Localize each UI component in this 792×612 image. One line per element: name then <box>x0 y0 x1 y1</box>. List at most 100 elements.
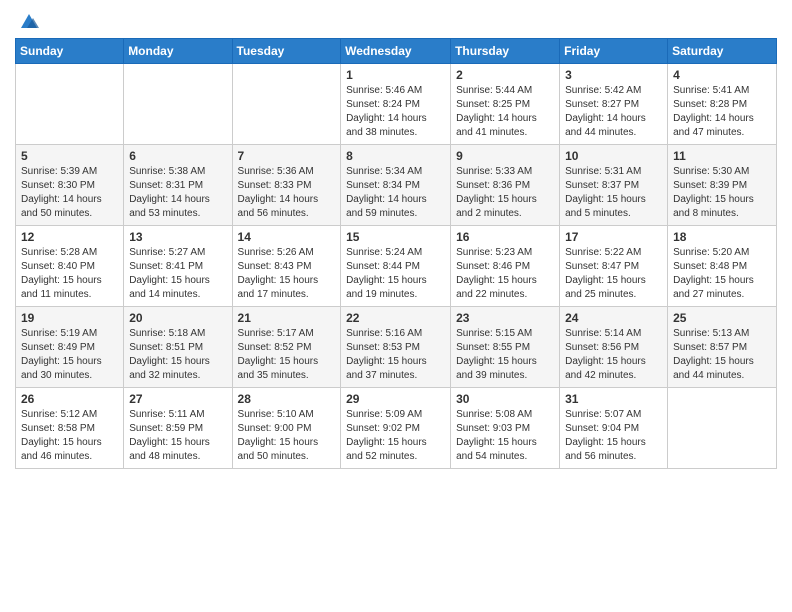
logo <box>15 10 41 30</box>
calendar-cell: 11 Sunrise: 5:30 AM Sunset: 8:39 PM Dayli… <box>668 145 777 226</box>
day-info: Sunrise: 5:24 AM Sunset: 8:44 PM Dayligh… <box>346 246 445 302</box>
day-info: Sunrise: 5:18 AM Sunset: 8:51 PM Dayligh… <box>129 327 226 383</box>
day-number: 2 <box>456 68 554 82</box>
day-number: 24 <box>565 311 662 325</box>
calendar-cell: 5 Sunrise: 5:39 AM Sunset: 8:30 PM Daylig… <box>16 145 124 226</box>
calendar-cell <box>668 388 777 469</box>
day-info: Sunrise: 5:10 AM Sunset: 9:00 PM Dayligh… <box>238 408 336 464</box>
weekday-header-thursday: Thursday <box>451 39 560 64</box>
calendar-cell: 1 Sunrise: 5:46 AM Sunset: 8:24 PM Daylig… <box>341 64 451 145</box>
day-number: 22 <box>346 311 445 325</box>
calendar-cell: 21 Sunrise: 5:17 AM Sunset: 8:52 PM Dayli… <box>232 307 341 388</box>
calendar-week-row: 26 Sunrise: 5:12 AM Sunset: 8:58 PM Dayli… <box>16 388 777 469</box>
day-info: Sunrise: 5:28 AM Sunset: 8:40 PM Dayligh… <box>21 246 118 302</box>
calendar-cell: 18 Sunrise: 5:20 AM Sunset: 8:48 PM Dayli… <box>668 226 777 307</box>
day-number: 15 <box>346 230 445 244</box>
day-number: 6 <box>129 149 226 163</box>
calendar-cell: 28 Sunrise: 5:10 AM Sunset: 9:00 PM Dayli… <box>232 388 341 469</box>
calendar-cell: 17Sunrise: 5:22 AM Sunset: 8:47 PM Dayli… <box>560 226 668 307</box>
calendar-cell: 23 Sunrise: 5:15 AM Sunset: 8:55 PM Dayli… <box>451 307 560 388</box>
day-info: Sunrise: 5:33 AM Sunset: 8:36 PM Dayligh… <box>456 165 554 221</box>
calendar-table: SundayMondayTuesdayWednesdayThursdayFrid… <box>15 38 777 469</box>
calendar-cell <box>232 64 341 145</box>
weekday-header-saturday: Saturday <box>668 39 777 64</box>
calendar-cell: 15 Sunrise: 5:24 AM Sunset: 8:44 PM Dayli… <box>341 226 451 307</box>
weekday-header-sunday: Sunday <box>16 39 124 64</box>
day-number: 9 <box>456 149 554 163</box>
day-number: 29 <box>346 392 445 406</box>
day-info: Sunrise: 5:30 AM Sunset: 8:39 PM Dayligh… <box>673 165 771 221</box>
day-number: 13 <box>129 230 226 244</box>
page-header <box>15 10 777 30</box>
day-number: 12 <box>21 230 118 244</box>
day-number: 5 <box>21 149 118 163</box>
day-info: Sunrise: 5:08 AM Sunset: 9:03 PM Dayligh… <box>456 408 554 464</box>
calendar-week-row: 19 Sunrise: 5:19 AM Sunset: 8:49 PM Dayli… <box>16 307 777 388</box>
day-info: Sunrise: 5:07 AM Sunset: 9:04 PM Dayligh… <box>565 408 662 464</box>
day-number: 21 <box>238 311 336 325</box>
day-number: 10 <box>565 149 662 163</box>
calendar-cell: 13 Sunrise: 5:27 AM Sunset: 8:41 PM Dayli… <box>124 226 232 307</box>
day-number: 14 <box>238 230 336 244</box>
day-info: Sunrise: 5:44 AM Sunset: 8:25 PM Dayligh… <box>456 84 554 140</box>
day-number: 3 <box>565 68 662 82</box>
calendar-cell: 12 Sunrise: 5:28 AM Sunset: 8:40 PM Dayli… <box>16 226 124 307</box>
weekday-header-monday: Monday <box>124 39 232 64</box>
day-number: 28 <box>238 392 336 406</box>
calendar-cell: 16 Sunrise: 5:23 AM Sunset: 8:46 PM Dayli… <box>451 226 560 307</box>
day-number: 7 <box>238 149 336 163</box>
day-info: Sunrise: 5:36 AM Sunset: 8:33 PM Dayligh… <box>238 165 336 221</box>
day-number: 8 <box>346 149 445 163</box>
day-info: Sunrise: 5:46 AM Sunset: 8:24 PM Dayligh… <box>346 84 445 140</box>
calendar-cell: 6Sunrise: 5:38 AM Sunset: 8:31 PM Daylig… <box>124 145 232 226</box>
calendar-cell: 2 Sunrise: 5:44 AM Sunset: 8:25 PM Daylig… <box>451 64 560 145</box>
day-info: Sunrise: 5:15 AM Sunset: 8:55 PM Dayligh… <box>456 327 554 383</box>
calendar-cell: 26 Sunrise: 5:12 AM Sunset: 8:58 PM Dayli… <box>16 388 124 469</box>
day-info: Sunrise: 5:20 AM Sunset: 8:48 PM Dayligh… <box>673 246 771 302</box>
day-number: 20 <box>129 311 226 325</box>
calendar-cell <box>124 64 232 145</box>
calendar-cell: 8 Sunrise: 5:34 AM Sunset: 8:34 PM Daylig… <box>341 145 451 226</box>
day-info: Sunrise: 5:19 AM Sunset: 8:49 PM Dayligh… <box>21 327 118 383</box>
calendar-cell: 14 Sunrise: 5:26 AM Sunset: 8:43 PM Dayli… <box>232 226 341 307</box>
day-number: 19 <box>21 311 118 325</box>
day-info: Sunrise: 5:27 AM Sunset: 8:41 PM Dayligh… <box>129 246 226 302</box>
calendar-cell: 20 Sunrise: 5:18 AM Sunset: 8:51 PM Dayli… <box>124 307 232 388</box>
weekday-header-friday: Friday <box>560 39 668 64</box>
day-info: Sunrise: 5:23 AM Sunset: 8:46 PM Dayligh… <box>456 246 554 302</box>
day-info: Sunrise: 5:26 AM Sunset: 8:43 PM Dayligh… <box>238 246 336 302</box>
day-info: Sunrise: 5:39 AM Sunset: 8:30 PM Dayligh… <box>21 165 118 221</box>
calendar-cell: 9 Sunrise: 5:33 AM Sunset: 8:36 PM Daylig… <box>451 145 560 226</box>
calendar-cell: 24 Sunrise: 5:14 AM Sunset: 8:56 PM Dayli… <box>560 307 668 388</box>
day-number: 18 <box>673 230 771 244</box>
day-number: 25 <box>673 311 771 325</box>
day-number: 23 <box>456 311 554 325</box>
day-info: Sunrise: 5:16 AM Sunset: 8:53 PM Dayligh… <box>346 327 445 383</box>
day-info: Sunrise: 5:12 AM Sunset: 8:58 PM Dayligh… <box>21 408 118 464</box>
calendar-week-row: 5 Sunrise: 5:39 AM Sunset: 8:30 PM Daylig… <box>16 145 777 226</box>
calendar-cell: 31 Sunrise: 5:07 AM Sunset: 9:04 PM Dayli… <box>560 388 668 469</box>
day-info: Sunrise: 5:11 AM Sunset: 8:59 PM Dayligh… <box>129 408 226 464</box>
calendar-cell: 25Sunrise: 5:13 AM Sunset: 8:57 PM Dayli… <box>668 307 777 388</box>
day-info: Sunrise: 5:34 AM Sunset: 8:34 PM Dayligh… <box>346 165 445 221</box>
day-info: Sunrise: 5:22 AM Sunset: 8:47 PM Dayligh… <box>565 246 662 302</box>
calendar-header-row: SundayMondayTuesdayWednesdayThursdayFrid… <box>16 39 777 64</box>
day-number: 4 <box>673 68 771 82</box>
calendar-cell: 29 Sunrise: 5:09 AM Sunset: 9:02 PM Dayli… <box>341 388 451 469</box>
day-info: Sunrise: 5:09 AM Sunset: 9:02 PM Dayligh… <box>346 408 445 464</box>
day-number: 31 <box>565 392 662 406</box>
day-number: 1 <box>346 68 445 82</box>
day-number: 11 <box>673 149 771 163</box>
calendar-cell: 19 Sunrise: 5:19 AM Sunset: 8:49 PM Dayli… <box>16 307 124 388</box>
day-info: Sunrise: 5:17 AM Sunset: 8:52 PM Dayligh… <box>238 327 336 383</box>
calendar-cell: 7 Sunrise: 5:36 AM Sunset: 8:33 PM Daylig… <box>232 145 341 226</box>
calendar-cell <box>16 64 124 145</box>
day-number: 26 <box>21 392 118 406</box>
day-info: Sunrise: 5:14 AM Sunset: 8:56 PM Dayligh… <box>565 327 662 383</box>
day-number: 16 <box>456 230 554 244</box>
calendar-week-row: 1 Sunrise: 5:46 AM Sunset: 8:24 PM Daylig… <box>16 64 777 145</box>
calendar-cell: 10Sunrise: 5:31 AM Sunset: 8:37 PM Dayli… <box>560 145 668 226</box>
logo-icon <box>17 10 41 34</box>
calendar-week-row: 12 Sunrise: 5:28 AM Sunset: 8:40 PM Dayli… <box>16 226 777 307</box>
day-info: Sunrise: 5:41 AM Sunset: 8:28 PM Dayligh… <box>673 84 771 140</box>
